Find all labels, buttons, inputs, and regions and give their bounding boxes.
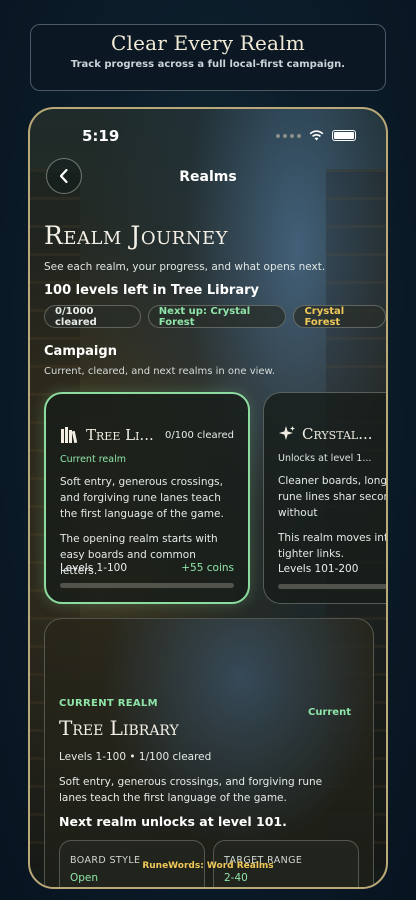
realm-card-note: This realm moves into and tighter links. [278,532,388,560]
realm-card-count: 0/100 cleared [165,429,234,441]
realm-card-name-text: Crystal... [302,425,373,443]
app-name-footer: RuneWords: Word Realms [142,861,274,871]
realm-card-status: Unlocks at level 1... [278,453,372,464]
status-time: 5:19 [82,127,120,145]
banner-title: Clear Every Realm [111,31,305,55]
realm-card-current[interactable]: Tree Li... 0/100 cleared Current realm S… [44,392,250,604]
detail-title: Tree Library [59,716,179,740]
stat-value: 2-40 [224,872,248,884]
realm-card-description: Soft entry, generous crossings, and forg… [60,476,224,520]
realm-card-name: Tree Li... [60,426,154,444]
campaign-subtitle: Current, cleared, and next realms in one… [44,366,275,377]
realm-card-next[interactable]: Crystal... Unlocks at level 1... Cleaner… [263,392,388,604]
status-bar: 5:19 [30,123,386,147]
battery-icon [332,130,356,141]
banner-subtitle: Track progress across a full local-first… [70,59,346,70]
detail-eyebrow: CURRENT REALM [59,698,158,709]
wifi-icon [309,130,324,141]
realm-card-status: Current realm [60,454,126,465]
page-title: Realm Journey [44,221,229,250]
phone-screen: 5:19 Realms Realm Journey See each realm… [28,107,388,889]
realm-card-progress-bar [60,583,234,588]
realm-card-levels: Levels 101-200 [278,563,359,575]
sparkle-icon [279,426,295,440]
realm-card-progress-bar [278,584,386,589]
status-badge: Current [307,707,351,718]
detail-unlock-text: Next realm unlocks at level 101. [59,814,287,829]
realm-card-levels: Levels 1-100 [60,562,128,574]
levels-left-text: 100 levels left in Tree Library [44,283,259,298]
campaign-title: Campaign [44,344,117,359]
realm-card-name: Crystal... [278,425,373,443]
realm-chip[interactable]: Crystal Forest [293,305,386,328]
detail-meta: Levels 1-100 • 1/100 cleared [59,751,212,763]
nav-title: Realms [179,169,237,185]
book-stack-icon [61,427,78,444]
current-realm-detail: CURRENT REALM Current Tree Library Level… [44,618,374,887]
realm-card-name-text: Tree Li... [86,426,154,444]
promo-banner: Clear Every Realm Track progress across … [30,24,386,91]
realm-card-description: Cleaner boards, longer brighter rune lin… [278,475,388,519]
stat-value: Open [70,872,99,884]
cleared-chip: 0/1000 cleared [44,305,141,328]
signal-dots-icon [276,133,301,138]
progress-chips: 0/1000 cleared Next up: Crystal Forest C… [44,305,386,328]
detail-description: Soft entry, generous crossings, and forg… [59,776,323,804]
page-subtitle: See each realm, your progress, and what … [44,261,326,273]
realm-card-reward: +55 coins [181,562,234,574]
next-up-chip[interactable]: Next up: Crystal Forest [147,305,287,328]
